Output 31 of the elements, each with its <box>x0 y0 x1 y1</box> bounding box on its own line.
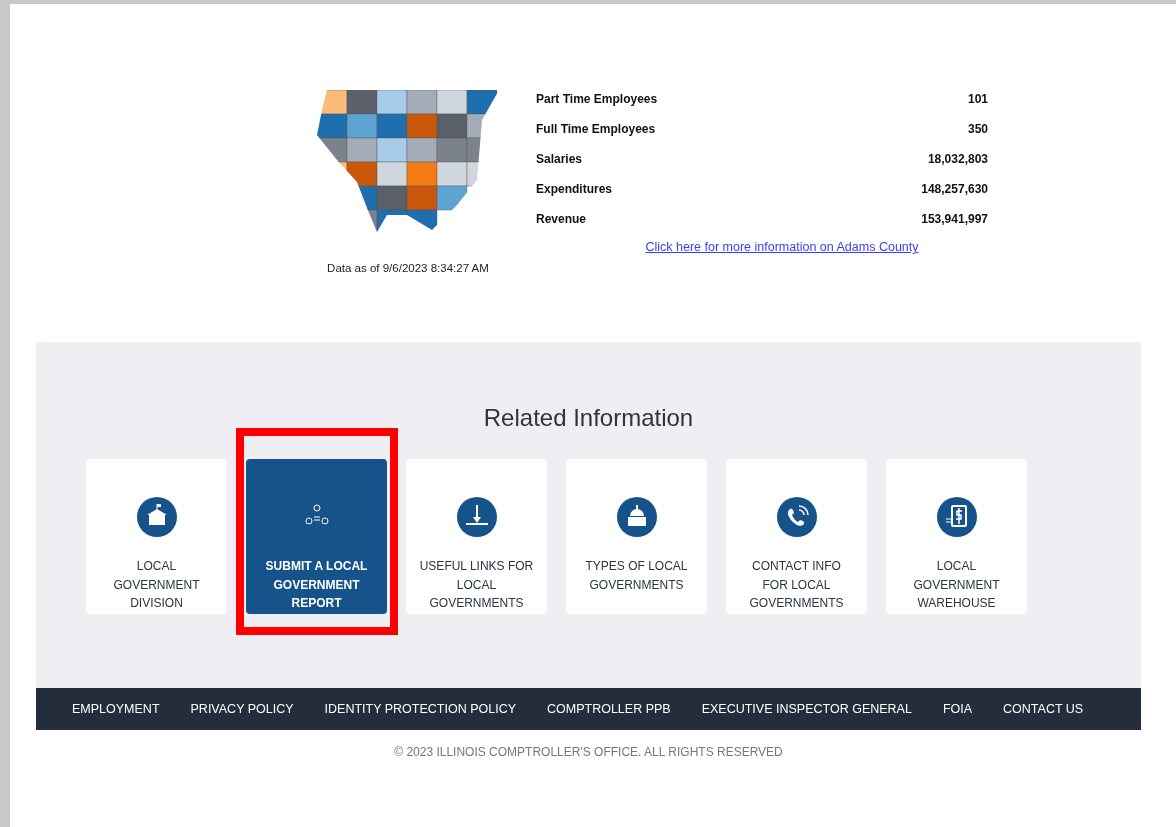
stat-value: 101 <box>967 92 988 108</box>
stat-label: Expenditures <box>536 182 613 198</box>
stat-label: Part Time Employees <box>536 92 658 108</box>
footer-link[interactable]: EMPLOYMENT <box>72 702 160 716</box>
related-card[interactable]: LOCAL GOVERNMENT DIVISION <box>86 459 227 614</box>
footer-link[interactable]: FOIA <box>942 702 973 716</box>
stat-value: 18,032,803 <box>927 152 988 168</box>
money-icon <box>936 497 977 537</box>
stat-label: Full Time Employees <box>536 122 656 138</box>
related-card[interactable]: CONTACT INFO FOR LOCAL GOVERNMENTS <box>726 459 867 614</box>
download-icon <box>456 497 497 537</box>
data-timestamp: Data as of 9/6/2023 8:34:27 AM <box>327 262 489 274</box>
related-card[interactable]: SUBMIT A LOCAL GOVERNMENT REPORT <box>246 459 387 614</box>
copyright-text: © 2023 ILLINOIS COMPTROLLER'S OFFICE. ALL RIGHTS RESERVED <box>393 745 784 759</box>
footer-link[interactable]: COMPTROLLER PPB <box>547 702 671 716</box>
footer-link[interactable]: CONTACT US <box>1003 702 1084 716</box>
stat-value: 153,941,997 <box>921 212 988 228</box>
stat-label: Revenue <box>536 212 587 228</box>
related-card[interactable]: USEFUL LINKS FOR LOCAL GOVERNMENTS <box>406 459 547 614</box>
stat-label: Salaries <box>536 152 583 168</box>
stat-value: 148,257,630 <box>921 182 988 198</box>
footer-link[interactable]: EXECUTIVE INSPECTOR GENERAL <box>701 702 912 716</box>
phone-icon <box>776 497 817 537</box>
footer-link[interactable]: IDENTITY PROTECTION POLICY <box>324 702 517 716</box>
footer-link[interactable]: PRIVACY POLICY <box>190 702 294 716</box>
county-info-link[interactable]: Click here for more information on Adams County <box>645 240 919 254</box>
section-title: Related Information <box>483 404 694 432</box>
related-card[interactable]: LOCAL GOVERNMENT WAREHOUSE <box>886 459 1027 614</box>
related-card[interactable]: TYPES OF LOCAL GOVERNMENTS <box>566 459 707 614</box>
stat-value: 350 <box>967 122 988 138</box>
dome-icon <box>616 497 657 537</box>
